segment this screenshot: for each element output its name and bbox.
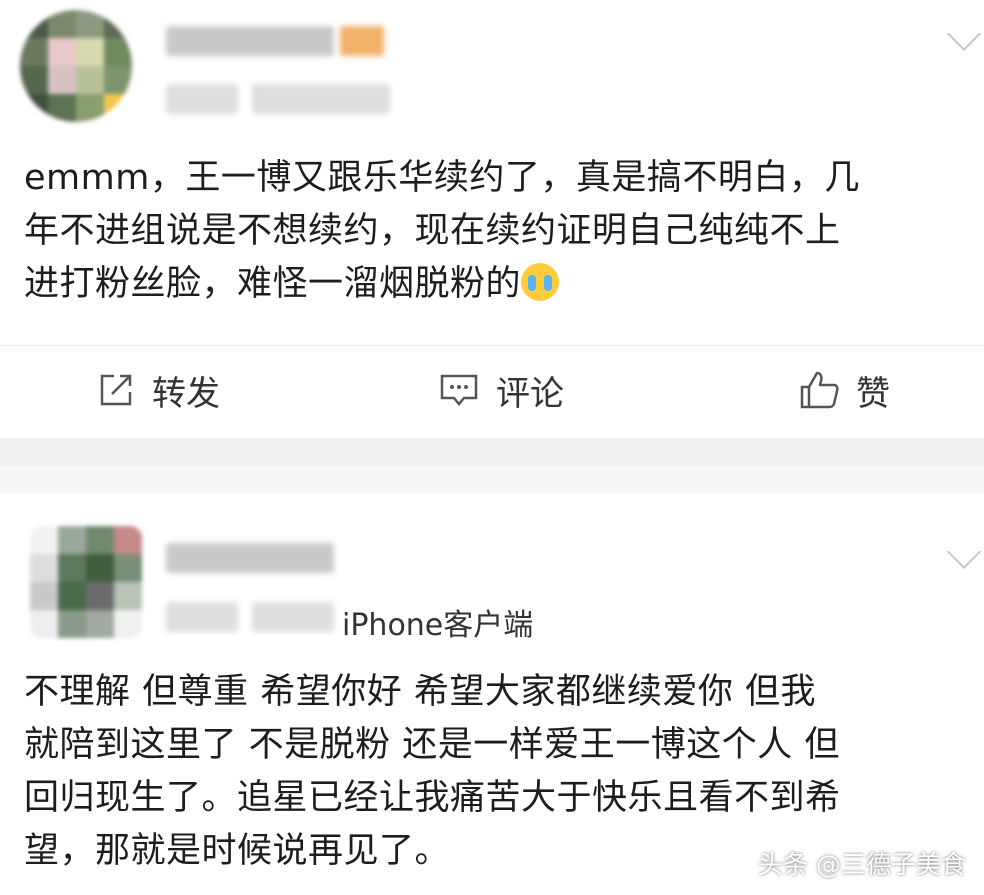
comment-button[interactable]: 评论 bbox=[438, 365, 564, 415]
content-line: emmm，王一博又跟乐华续约了，真是搞不明白，几 bbox=[24, 158, 860, 198]
comment-label: 评论 bbox=[496, 373, 564, 414]
content-line: 就陪到这里了 不是脱粉 还是一样爱王一博这个人 但 bbox=[24, 725, 840, 765]
crying-emoji-icon bbox=[521, 263, 560, 301]
username-blurred[interactable] bbox=[166, 543, 334, 573]
repost-icon bbox=[100, 374, 132, 406]
content-line: 年不进组说是不想续约，现在续约证明自己纯纯不上 bbox=[24, 211, 841, 251]
like-label: 赞 bbox=[856, 373, 890, 414]
content-line: 不理解 但尊重 希望你好 希望大家都继续爱你 但我 bbox=[24, 672, 817, 712]
post-card-1: emmm，王一博又跟乐华续约了，真是搞不明白，几 年不进组说是不想续约，现在续约… bbox=[0, 0, 984, 438]
comment-icon bbox=[440, 374, 478, 406]
avatar[interactable] bbox=[20, 10, 132, 122]
source-blurred bbox=[252, 84, 390, 114]
content-line: 进打粉丝脸，难怪一溜烟脱粉的 bbox=[24, 258, 970, 311]
repost-label: 转发 bbox=[152, 373, 220, 414]
vip-badge-icon bbox=[340, 26, 384, 56]
divider bbox=[0, 345, 984, 346]
chevron-down-icon[interactable] bbox=[947, 17, 981, 51]
source-label: iPhone客户端 bbox=[342, 608, 534, 643]
separator bbox=[0, 438, 984, 465]
separator bbox=[0, 465, 984, 494]
username-blurred[interactable] bbox=[166, 26, 334, 56]
like-button[interactable]: 赞 bbox=[798, 365, 890, 415]
content-line: 回归现生了。追星已经让我痛苦大于快乐且看不到希 bbox=[24, 778, 841, 818]
watermark: 头条 @三德子美食 bbox=[758, 850, 966, 879]
thumbs-up-icon bbox=[800, 371, 839, 409]
avatar[interactable] bbox=[30, 526, 142, 638]
post-content: emmm，王一博又跟乐华续约了，真是搞不明白，几 年不进组说是不想续约，现在续约… bbox=[24, 152, 970, 311]
timestamp-blurred bbox=[166, 602, 238, 632]
timestamp-blurred bbox=[166, 84, 238, 114]
repost-button[interactable]: 转发 bbox=[96, 365, 220, 415]
timestamp-blurred bbox=[252, 602, 334, 632]
